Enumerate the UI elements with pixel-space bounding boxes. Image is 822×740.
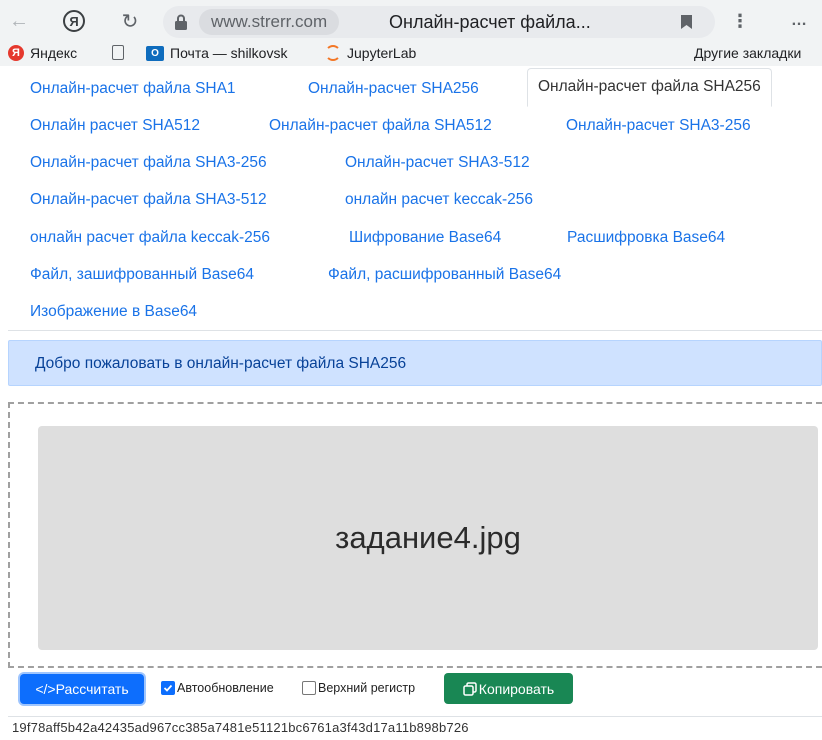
- tab-base64-decode[interactable]: Расшифровка Base64: [567, 228, 725, 248]
- bookmark-label: JupyterLab: [347, 45, 417, 61]
- other-bookmarks[interactable]: Другие закладки: [694, 45, 801, 61]
- yandex-icon: Я: [63, 10, 85, 32]
- tab-file-base64-decoded[interactable]: Файл, расшифрованный Base64: [328, 265, 561, 285]
- copy-icon: [463, 681, 477, 696]
- auto-update-checkbox[interactable]: Автообновление: [161, 681, 274, 695]
- tab-sha256-file[interactable]: Онлайн-расчет файла SHA256: [527, 68, 772, 107]
- bookmark-yandex[interactable]: Я Яндекс: [8, 45, 77, 61]
- bookmark-icon[interactable]: [680, 14, 693, 30]
- tab-keccak-256-file[interactable]: онлайн расчет файла keccak-256: [30, 228, 270, 248]
- tab-sha3-512[interactable]: Онлайн-расчет SHA3-512: [345, 153, 530, 173]
- welcome-alert: Добро пожаловать в онлайн-расчет файла S…: [8, 340, 822, 386]
- bookmark-mail[interactable]: O Почта — shilkovsk: [146, 45, 287, 61]
- bookmark-jupyterlab[interactable]: JupyterLab: [325, 45, 416, 61]
- uppercase-label: Верхний регистр: [318, 681, 416, 695]
- page-title: Онлайн-расчет файла...: [389, 12, 591, 32]
- bookmark-blank-page[interactable]: [112, 45, 124, 60]
- tab-sha512[interactable]: Онлайн расчет SHA512: [30, 116, 200, 136]
- alert-text: Добро пожаловать в онлайн-расчет файла S…: [35, 355, 407, 372]
- file-name: задание4.jpg: [335, 520, 521, 555]
- jupyter-icon: [325, 45, 341, 61]
- tool-nav-tabs: Онлайн-расчет файла SHA1 Онлайн-расчет S…: [8, 68, 822, 331]
- address-bar[interactable]: www.strerr.com Онлайн-расчет файла...: [163, 6, 715, 38]
- hash-output[interactable]: 19f78aff5b42a42435ad967cc385a7481e51121b…: [8, 716, 822, 740]
- checkbox-checked-icon[interactable]: [161, 681, 175, 695]
- lock-icon: [175, 14, 187, 30]
- auto-update-label: Автообновление: [177, 681, 274, 695]
- tab-sha256[interactable]: Онлайн-расчет SHA256: [308, 79, 479, 99]
- url-domain: www.strerr.com: [199, 9, 340, 35]
- page-icon: [112, 45, 124, 60]
- bookmark-label: Почта — shilkovsk: [170, 45, 288, 61]
- kebab-menu-icon[interactable]: ⋮: [727, 8, 753, 34]
- bookmark-label: Яндекс: [30, 45, 78, 61]
- tab-sha3-256-file[interactable]: Онлайн-расчет файла SHA3-256: [30, 153, 267, 173]
- checkbox-unchecked-icon[interactable]: [302, 681, 316, 695]
- calculate-button[interactable]: </>Рассчитать: [20, 674, 144, 704]
- reload-icon[interactable]: ↻: [117, 8, 143, 34]
- outlook-icon: O: [146, 45, 164, 61]
- file-preview: задание4.jpg: [38, 426, 818, 650]
- tab-base64-encode[interactable]: Шифрование Base64: [349, 228, 501, 248]
- file-dropzone[interactable]: задание4.jpg: [8, 402, 822, 668]
- tab-keccak-256[interactable]: онлайн расчет keccak-256: [345, 190, 533, 210]
- tab-sha1-file[interactable]: Онлайн-расчет файла SHA1: [30, 79, 236, 99]
- ellipsis-icon[interactable]: …: [786, 8, 812, 34]
- back-arrow-icon[interactable]: ←: [6, 8, 32, 34]
- tab-sha3-512-file[interactable]: Онлайн-расчет файла SHA3-512: [30, 190, 267, 210]
- bookmarks-bar: Я Яндекс O Почта — shilkovsk JupyterLab …: [0, 42, 822, 66]
- tab-image-to-base64[interactable]: Изображение в Base64: [30, 302, 197, 322]
- uppercase-checkbox[interactable]: Верхний регистр: [302, 681, 415, 695]
- browser-toolbar: ← Я ↻ www.strerr.com Онлайн-расчет файла…: [0, 0, 822, 42]
- tab-file-base64-encoded[interactable]: Файл, зашифрованный Base64: [30, 265, 254, 285]
- copy-label: Копировать: [478, 680, 555, 697]
- copy-button[interactable]: Копировать: [444, 673, 573, 704]
- yandex-home-button[interactable]: Я: [61, 8, 87, 34]
- tab-sha3-256[interactable]: Онлайн-расчет SHA3-256: [566, 116, 751, 136]
- yandex-icon: Я: [8, 45, 24, 61]
- tab-sha512-file[interactable]: Онлайн-расчет файла SHA512: [269, 116, 492, 136]
